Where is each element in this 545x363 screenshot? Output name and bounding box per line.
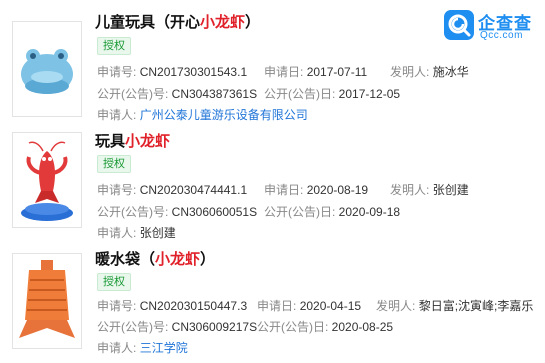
publication-number: 公开(公告)号: CN306060051S (97, 205, 258, 219)
publication-date: 公开(公告)日: 2020-08-25 (257, 320, 394, 334)
patent-title[interactable]: 暖水袋（小龙虾） (95, 248, 215, 269)
patent-title[interactable]: 玩具小龙虾 (95, 130, 170, 151)
application-number: 申请号: CN202030150447.3 (97, 299, 248, 313)
inventor: 发明人: 张创建 (390, 183, 469, 197)
qcc-logo: 企查查 Qcc.com (444, 8, 536, 46)
patent-title[interactable]: 儿童玩具（开心小龙虾） (95, 11, 260, 32)
application-date: 申请日: 2017-07-11 (264, 65, 368, 79)
publication-date: 公开(公告)日: 2017-12-05 (264, 87, 401, 101)
application-number: 申请号: CN201730301543.1 (97, 65, 248, 79)
applicant: 申请人: 张创建 (97, 226, 176, 240)
inventor: 发明人: 施冰华 (390, 65, 469, 79)
blue-frog-image (21, 49, 73, 94)
publication-date: 公开(公告)日: 2020-09-18 (264, 205, 401, 219)
red-lobster-toy-image (21, 141, 73, 221)
application-date: 申请日: 2020-08-19 (264, 183, 369, 197)
status-badge: 授权 (97, 273, 131, 291)
patent-thumbnail[interactable] (12, 132, 82, 228)
applicant-link[interactable]: 广州公泰儿童游乐设备有限公司 (140, 108, 308, 122)
publication-number: 公开(公告)号: CN304387361S (97, 87, 258, 101)
inventor: 发明人: 黎日富;沈寅峰;李嘉乐 (376, 299, 534, 313)
patent-thumbnail[interactable] (12, 253, 82, 349)
application-date: 申请日: 2020-04-15 (257, 299, 362, 313)
application-number: 申请号: CN202030474441.1 (97, 183, 248, 197)
status-badge: 授权 (97, 37, 131, 55)
brand-domain: Qcc.com (480, 30, 523, 41)
applicant-link[interactable]: 三江学院 (140, 341, 188, 355)
patent-thumbnail[interactable] (12, 21, 82, 117)
orange-hot-water-bag-image (19, 260, 75, 338)
applicant: 申请人: 三江学院 (97, 341, 188, 355)
publication-number: 公开(公告)号: CN306009217S (97, 320, 258, 334)
status-badge: 授权 (97, 155, 131, 173)
qcc-logo-icon (444, 10, 474, 40)
applicant: 申请人: 广州公泰儿童游乐设备有限公司 (97, 108, 308, 122)
